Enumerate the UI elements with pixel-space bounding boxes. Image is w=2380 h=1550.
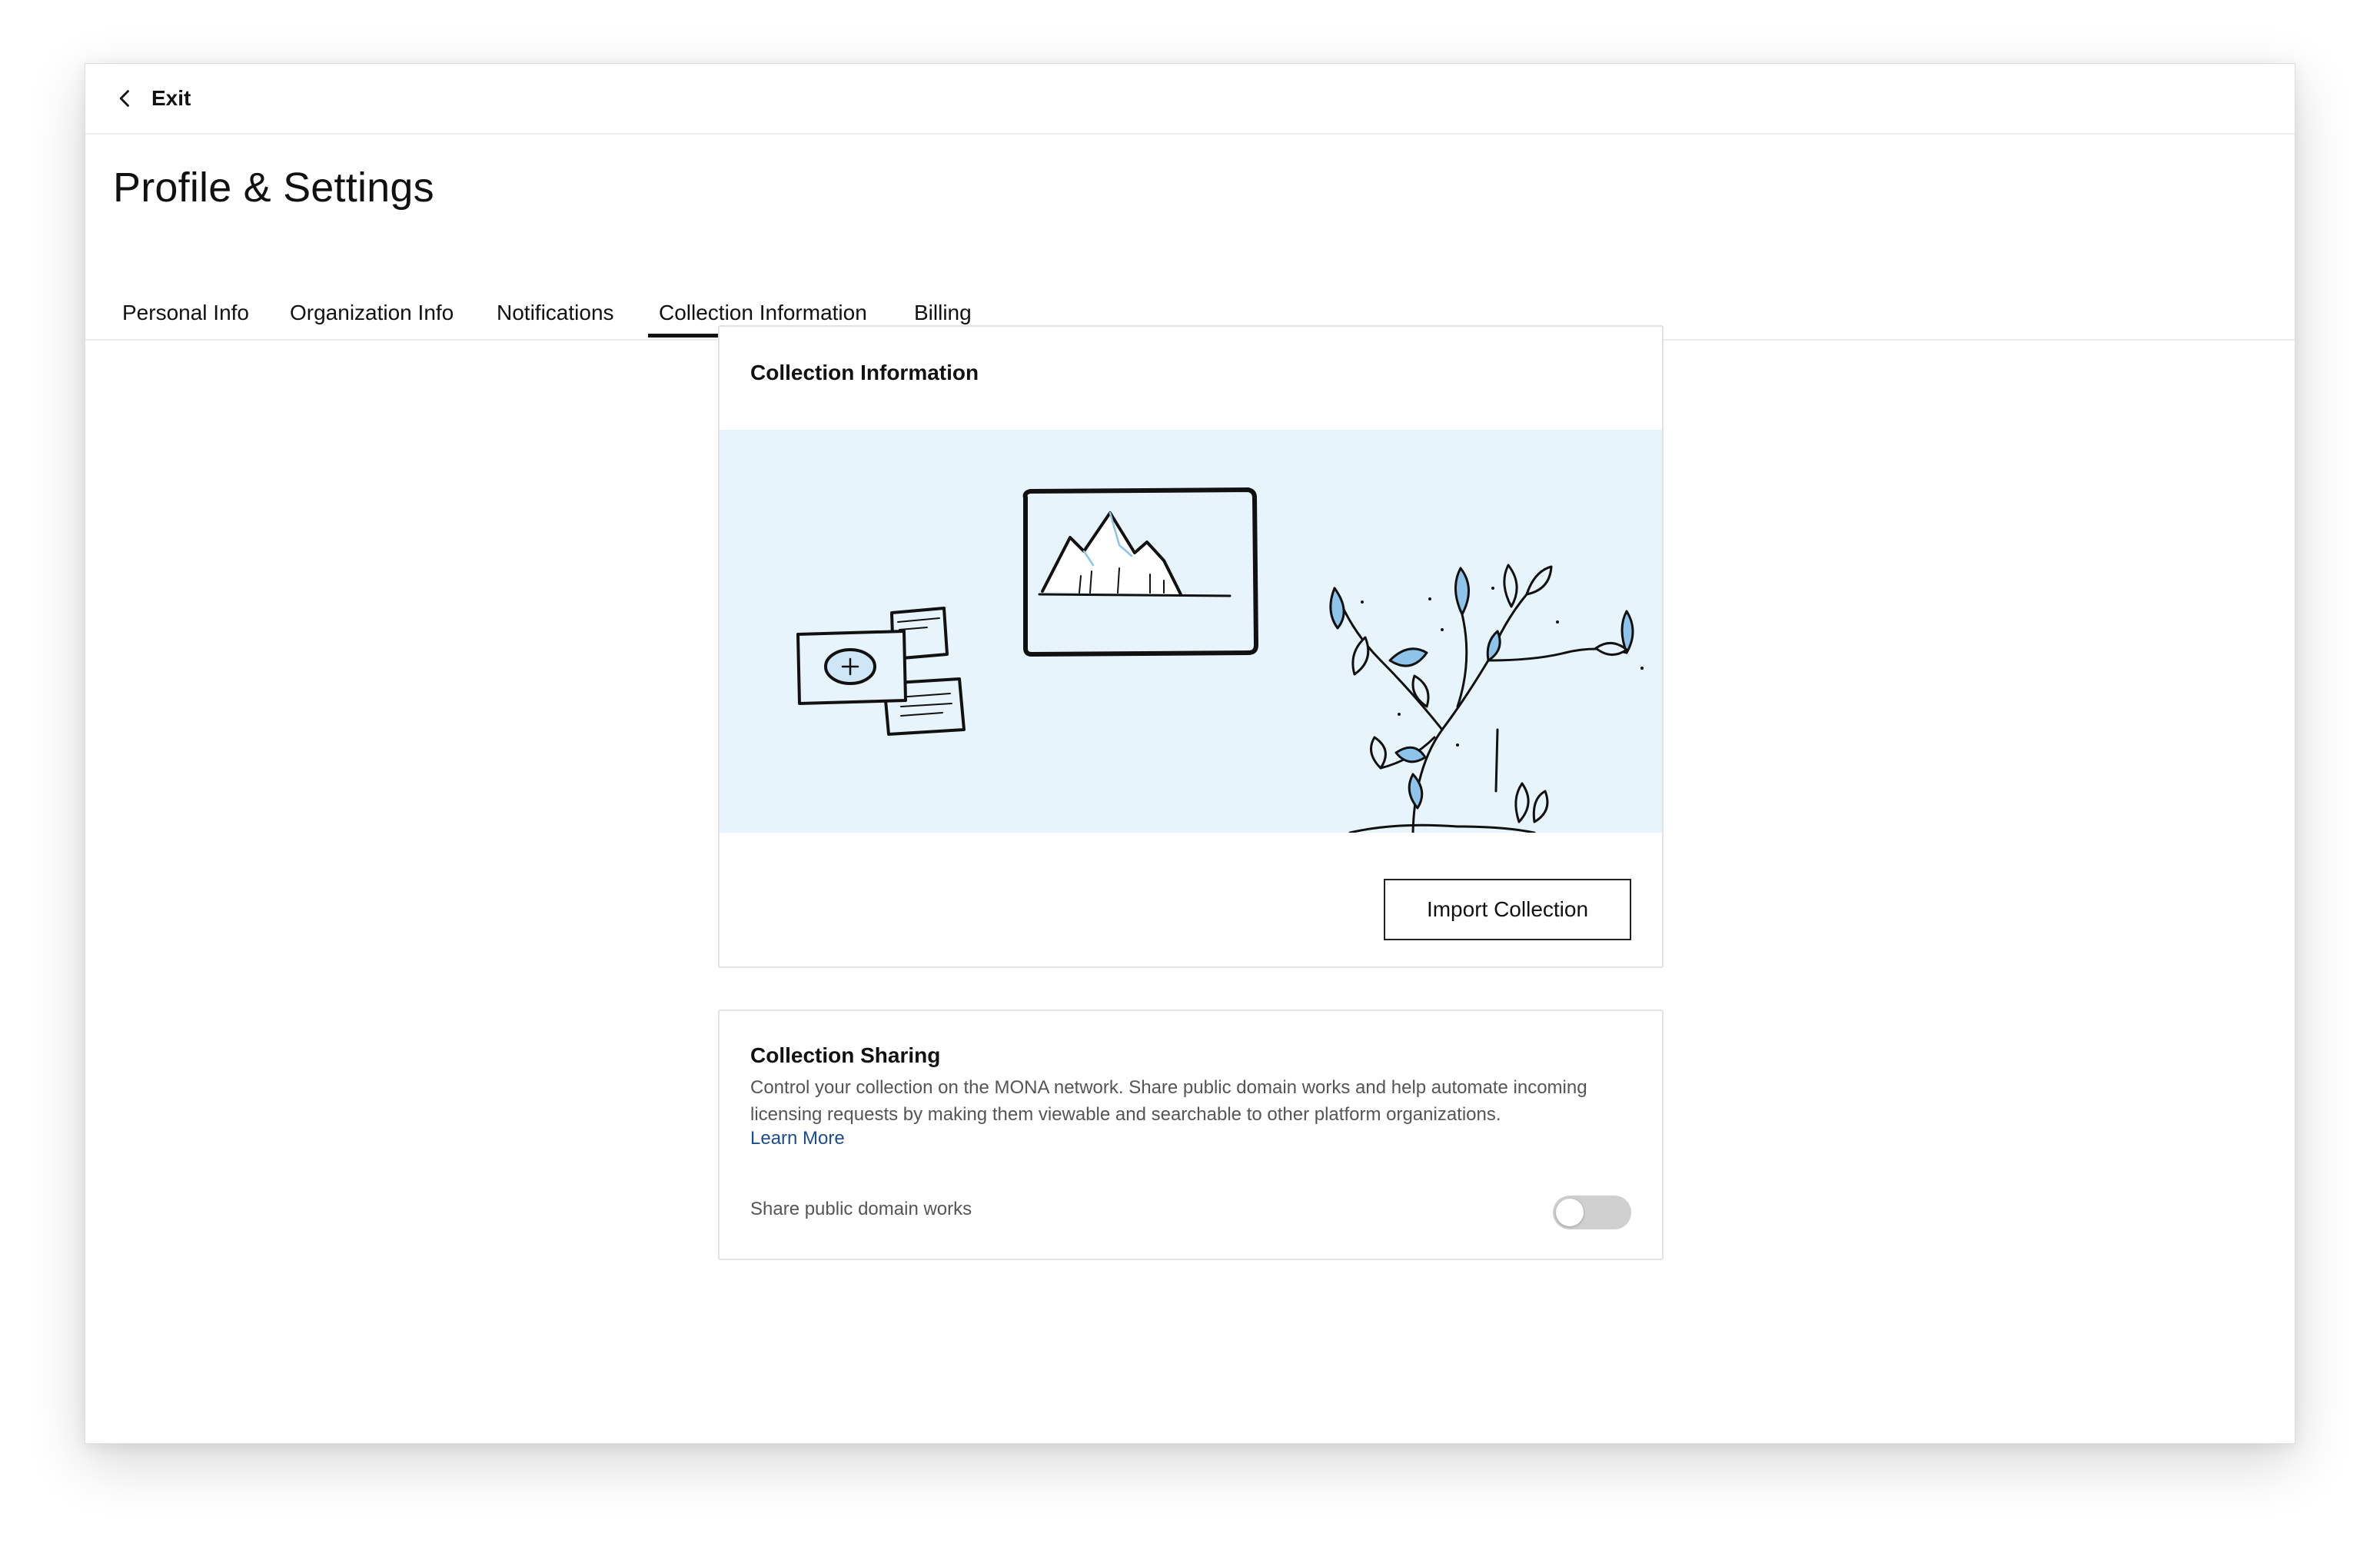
collection-information-title: Collection Information bbox=[750, 361, 979, 384]
top-bar: Exit bbox=[85, 64, 2295, 135]
share-public-domain-toggle[interactable] bbox=[1553, 1196, 1631, 1229]
tab-collection-information[interactable]: Collection Information bbox=[648, 301, 878, 338]
chevron-left-icon bbox=[119, 90, 129, 107]
settings-window: Exit Profile & Settings Personal Info Or… bbox=[85, 63, 2295, 1444]
collection-sharing-description: Control your collection on the MONA netw… bbox=[750, 1077, 1587, 1125]
collection-sharing-title: Collection Sharing bbox=[750, 1043, 941, 1067]
exit-label: Exit bbox=[151, 86, 191, 110]
gallery-illustration-icon bbox=[796, 487, 1644, 833]
collection-information-card: Collection Information Import Collection bbox=[718, 325, 1664, 968]
collection-illustration bbox=[720, 430, 1662, 833]
toggle-knob bbox=[1556, 1199, 1584, 1226]
learn-more-link[interactable]: Learn More bbox=[750, 1128, 845, 1149]
tab-organization-info[interactable]: Organization Info bbox=[290, 301, 454, 325]
page-title: Profile & Settings bbox=[113, 165, 434, 211]
share-public-domain-label: Share public domain works bbox=[750, 1199, 972, 1219]
tab-notifications[interactable]: Notifications bbox=[497, 301, 614, 325]
tab-billing[interactable]: Billing bbox=[914, 301, 972, 325]
collection-sharing-card: Collection Sharing Control your collecti… bbox=[718, 1009, 1664, 1260]
import-collection-button[interactable]: Import Collection bbox=[1384, 879, 1631, 940]
exit-button[interactable]: Exit bbox=[108, 75, 197, 121]
tab-personal-info[interactable]: Personal Info bbox=[122, 301, 249, 325]
